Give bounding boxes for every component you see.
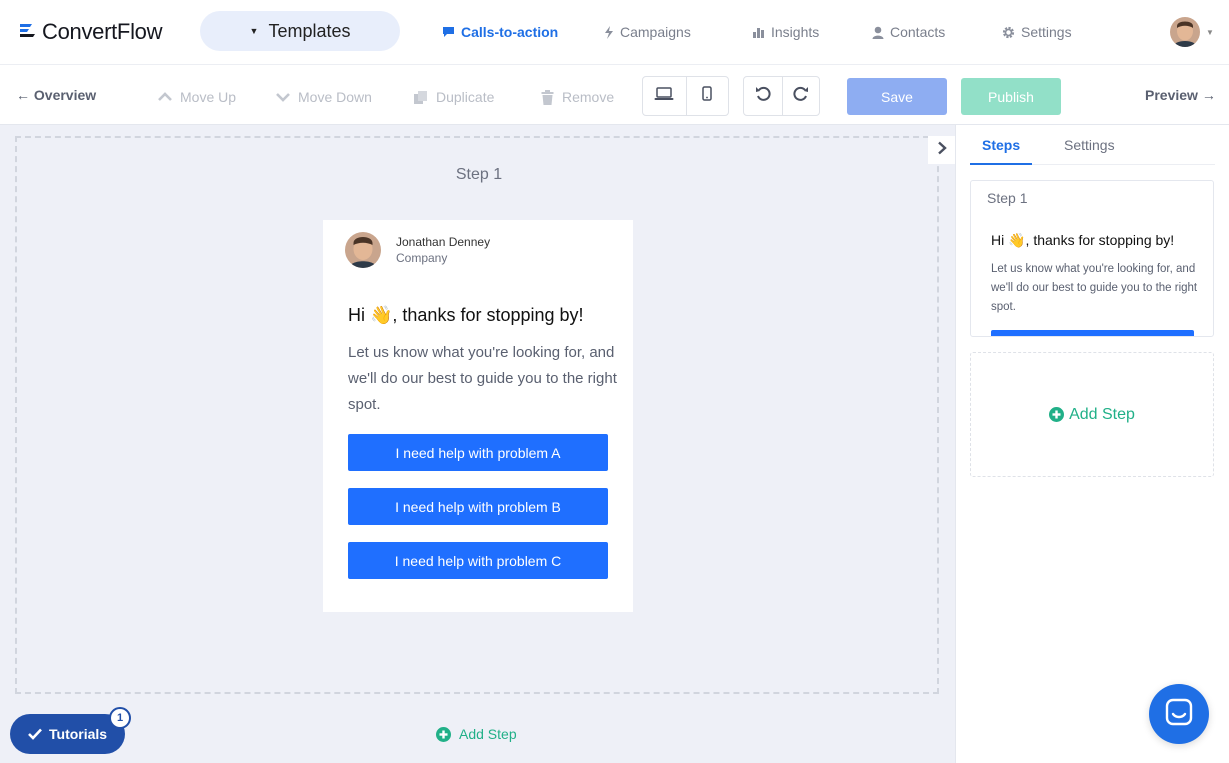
- undo-icon: [755, 86, 771, 107]
- mobile-icon: [702, 86, 712, 106]
- gear-icon: [1002, 26, 1015, 39]
- save-button[interactable]: Save: [847, 78, 947, 115]
- author-name: Jonathan Denney: [396, 235, 491, 249]
- chevron-down-icon: [276, 92, 290, 102]
- chevron-up-icon: [158, 92, 172, 102]
- overview-link[interactable]: ← Overview: [16, 87, 96, 103]
- nav-label: Calls-to-action: [461, 24, 559, 40]
- bar-chart-icon: [752, 26, 765, 38]
- remove-button[interactable]: Remove: [541, 89, 614, 105]
- duplicate-label: Duplicate: [436, 89, 495, 105]
- step-thumbnail-body: Let us know what you're looking for, and…: [991, 263, 1198, 313]
- tutorials-label: Tutorials: [49, 726, 108, 742]
- collapse-panel-button[interactable]: [928, 136, 955, 164]
- editor-canvas: Step 1 Jonathan Denney Company Hi 👋, tha…: [0, 125, 955, 763]
- duplicate-button[interactable]: Duplicate: [413, 89, 494, 105]
- logo-text: ConvertFlow: [42, 19, 163, 44]
- mobile-view-button[interactable]: [685, 77, 729, 115]
- cta-button-problem-a[interactable]: I need help with problem A: [348, 434, 608, 471]
- nav-label: Contacts: [890, 24, 946, 40]
- nav-label: Insights: [771, 24, 820, 40]
- nav-calls-to-action[interactable]: Calls-to-action: [442, 24, 558, 40]
- remove-label: Remove: [562, 89, 615, 105]
- tutorials-button[interactable]: Tutorials: [10, 714, 125, 754]
- cta-body-text[interactable]: Let us know what you're looking for, and…: [348, 340, 618, 418]
- active-tab-indicator: [970, 163, 1032, 165]
- add-step-label: Add Step: [459, 726, 517, 742]
- nav-campaigns[interactable]: Campaigns: [604, 24, 691, 40]
- step-title: Step 1: [455, 166, 503, 183]
- undo-button[interactable]: [744, 77, 782, 115]
- move-up-label: Move Up: [180, 89, 237, 105]
- author-avatar: [345, 232, 381, 268]
- templates-label: Templates: [268, 20, 351, 41]
- move-up-button[interactable]: Move Up: [158, 89, 236, 105]
- user-icon: [872, 26, 884, 39]
- step-thumbnail-headline: Hi 👋, thanks for stopping by!: [991, 232, 1175, 248]
- add-step-panel-button[interactable]: Add Step: [970, 352, 1214, 477]
- tab-settings[interactable]: Settings: [1064, 137, 1115, 153]
- cta-button-problem-b[interactable]: I need help with problem B: [348, 488, 608, 525]
- bolt-icon: [604, 25, 614, 39]
- chevron-right-icon: [937, 141, 947, 160]
- add-step-link[interactable]: Add Step: [436, 726, 517, 742]
- logo-mark-icon: [18, 20, 38, 45]
- tab-steps[interactable]: Steps: [982, 137, 1020, 153]
- copy-icon: [413, 90, 428, 105]
- user-avatar[interactable]: [1170, 17, 1200, 47]
- chat-smile-icon: [1165, 698, 1193, 731]
- steps-panel: Steps Settings Step 1 Hi 👋, thanks for s…: [955, 125, 1229, 763]
- publish-button[interactable]: Publish: [961, 78, 1061, 115]
- nav-label: Campaigns: [620, 24, 691, 40]
- tutorials-count-badge: 1: [109, 707, 131, 729]
- history-controls: [743, 76, 820, 116]
- step-dropzone[interactable]: Step 1 Jonathan Denney Company Hi 👋, tha…: [15, 136, 939, 694]
- device-toggle: [642, 76, 729, 116]
- author-company: Company: [396, 251, 448, 265]
- step-thumbnail-title: Step 1: [987, 190, 1028, 206]
- desktop-view-button[interactable]: [643, 77, 686, 115]
- cta-headline[interactable]: Hi 👋, thanks for stopping by!: [348, 305, 584, 326]
- templates-dropdown[interactable]: ▼ Templates: [200, 11, 400, 51]
- editor-toolbar: ← Overview Move Up Move Down Duplicate R…: [0, 65, 1229, 125]
- overview-label: ← Overview: [16, 87, 97, 103]
- preview-link[interactable]: Preview →: [1145, 87, 1216, 103]
- redo-button[interactable]: [781, 77, 820, 115]
- top-navigation: ConvertFlow ▼ Templates Calls-to-action …: [0, 0, 1229, 65]
- laptop-icon: [654, 86, 674, 106]
- nav-settings[interactable]: Settings: [1002, 24, 1072, 40]
- redo-icon: [793, 86, 809, 107]
- add-step-panel-label: Add Step: [1069, 405, 1135, 423]
- logo[interactable]: ConvertFlow: [18, 19, 162, 45]
- plus-circle-icon: [436, 726, 451, 742]
- cta-button-problem-c[interactable]: I need help with problem C: [348, 542, 608, 579]
- move-down-label: Move Down: [298, 89, 372, 105]
- step-thumbnail-button: [991, 330, 1194, 336]
- step-thumbnail[interactable]: Step 1 Hi 👋, thanks for stopping by! Let…: [970, 180, 1214, 337]
- chat-launcher-button[interactable]: [1149, 684, 1209, 744]
- caret-down-icon[interactable]: ▼: [1206, 28, 1214, 37]
- nav-insights[interactable]: Insights: [752, 24, 819, 40]
- caret-down-icon: ▼: [249, 26, 259, 36]
- nav-contacts[interactable]: Contacts: [872, 24, 945, 40]
- plus-circle-icon: [1049, 407, 1065, 422]
- chat-icon: [442, 26, 455, 38]
- move-down-button[interactable]: Move Down: [276, 89, 372, 105]
- nav-label: Settings: [1021, 24, 1072, 40]
- check-icon: [28, 728, 42, 740]
- trash-icon: [541, 89, 554, 105]
- cta-card[interactable]: Jonathan Denney Company Hi 👋, thanks for…: [323, 220, 633, 612]
